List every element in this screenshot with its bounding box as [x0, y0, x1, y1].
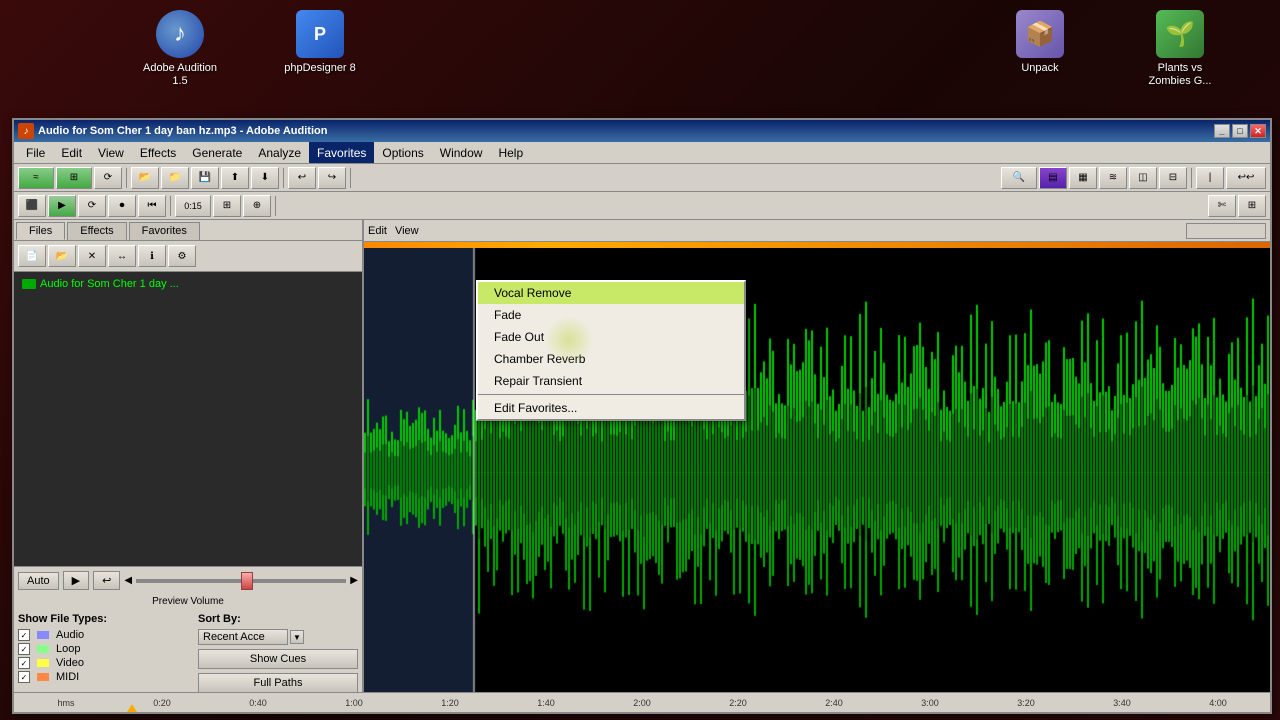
favorites-dropdown: Vocal Remove Fade Fade Out Chamber Rever…	[476, 280, 746, 421]
menu-fade-out[interactable]: Fade Out	[478, 326, 744, 348]
dropdown-overlay[interactable]: Vocal Remove Fade Fade Out Chamber Rever…	[14, 120, 1270, 712]
desktop-icons: ♪ Adobe Audition 1.5 P phpDesigner 8 📦 U…	[0, 10, 1280, 88]
dropdown-separator	[478, 394, 744, 395]
adobe-audition-label: Adobe Audition 1.5	[140, 62, 220, 88]
desktop-icons-left: ♪ Adobe Audition 1.5 P phpDesigner 8	[20, 10, 360, 88]
plants-vs-zombies-icon: 🌱	[1156, 10, 1204, 58]
desktop-icon-unpack[interactable]: 📦 Unpack	[1000, 10, 1080, 88]
desktop-icon-plants-vs-zombies[interactable]: 🌱 Plants vs Zombies G...	[1140, 10, 1220, 88]
desktop-icon-adobe-audition[interactable]: ♪ Adobe Audition 1.5	[140, 10, 220, 88]
desktop-icons-right: 📦 Unpack 🌱 Plants vs Zombies G...	[1000, 10, 1260, 88]
desktop-icon-php-designer[interactable]: P phpDesigner 8	[280, 10, 360, 88]
unpack-icon: 📦	[1016, 10, 1064, 58]
app-window: ♪ Audio for Som Cher 1 day ban hz.mp3 - …	[12, 118, 1272, 714]
adobe-audition-icon: ♪	[156, 10, 204, 58]
menu-repair-transient[interactable]: Repair Transient	[478, 370, 744, 392]
unpack-label: Unpack	[1021, 62, 1058, 75]
menu-edit-favorites[interactable]: Edit Favorites...	[478, 397, 744, 419]
php-designer-icon: P	[296, 10, 344, 58]
plants-vs-zombies-label: Plants vs Zombies G...	[1140, 62, 1220, 88]
php-designer-label: phpDesigner 8	[284, 62, 356, 75]
menu-vocal-remove[interactable]: Vocal Remove	[478, 282, 744, 304]
menu-chamber-reverb[interactable]: Chamber Reverb	[478, 348, 744, 370]
menu-fade[interactable]: Fade	[478, 304, 744, 326]
desktop: ♪ Adobe Audition 1.5 P phpDesigner 8 📦 U…	[0, 0, 1280, 720]
